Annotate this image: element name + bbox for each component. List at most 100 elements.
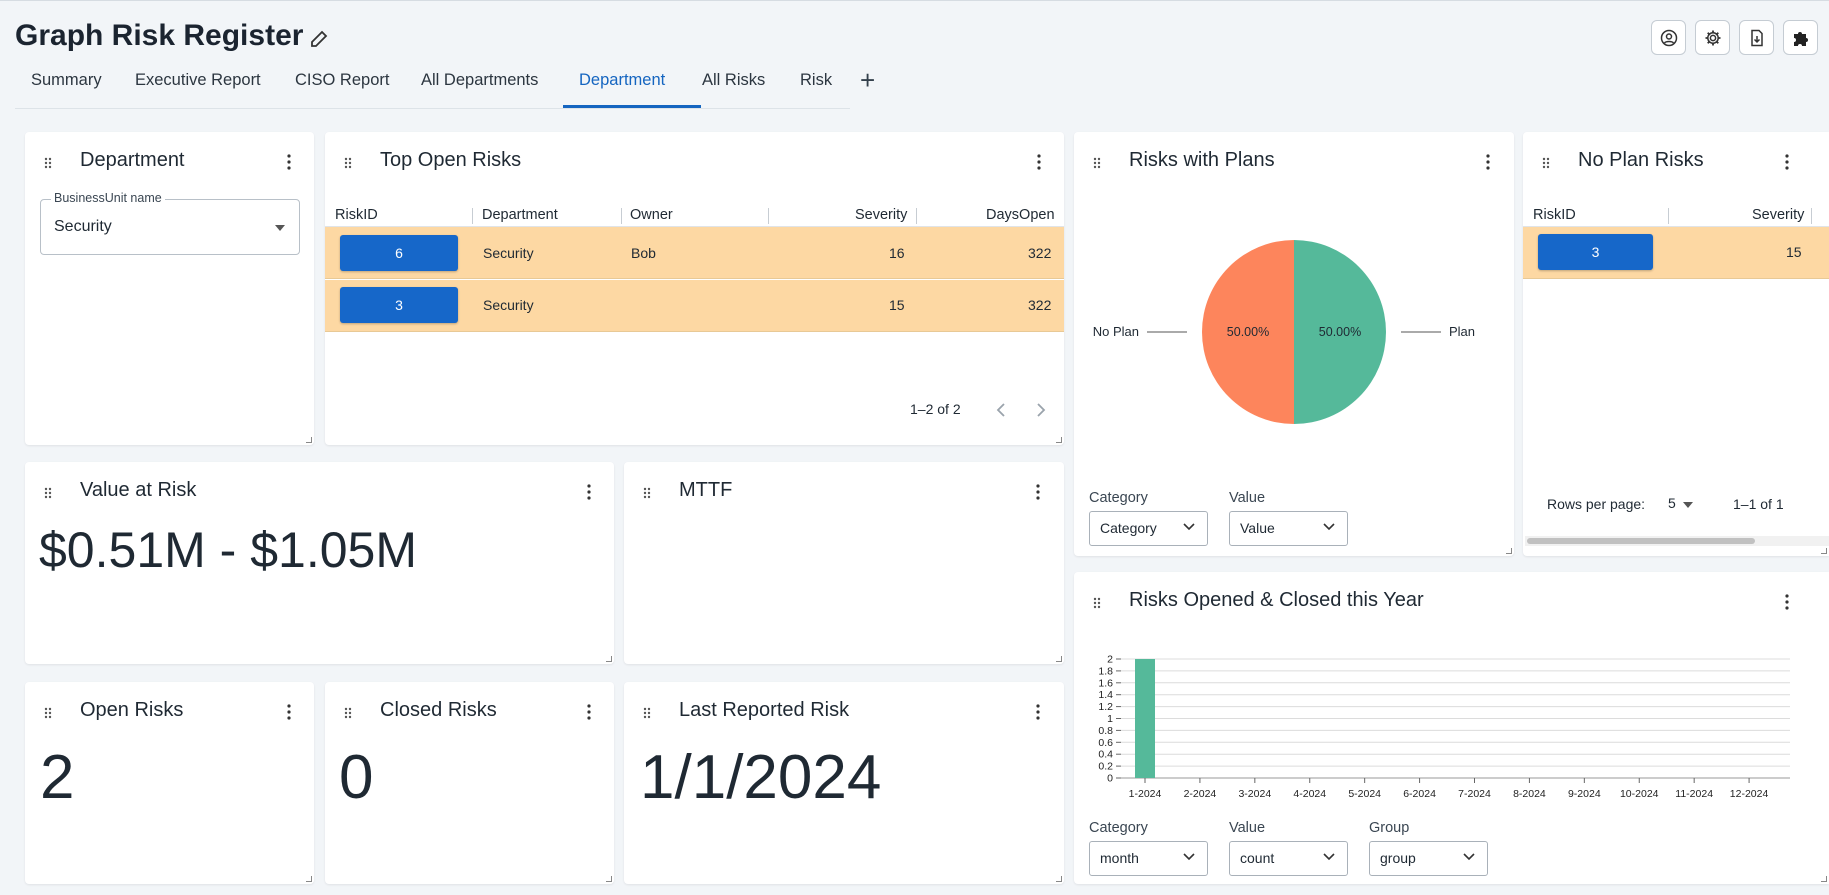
file-download-icon xyxy=(1750,29,1763,46)
tab-summary[interactable]: Summary xyxy=(31,71,102,90)
risk-id-button[interactable]: 3 xyxy=(340,287,458,323)
export-button[interactable] xyxy=(1739,20,1774,55)
tab-all-departments[interactable]: All Departments xyxy=(421,71,538,90)
drag-handle-icon[interactable] xyxy=(1093,157,1101,169)
more-vert-icon[interactable] xyxy=(1785,154,1789,170)
resize-handle[interactable] xyxy=(1056,437,1062,443)
pagination-label: 1–1 of 1 xyxy=(1733,496,1784,512)
top-open-risks-card: Top Open Risks RiskID Department Owner S… xyxy=(325,132,1064,445)
settings-button[interactable] xyxy=(1695,20,1730,55)
more-vert-icon[interactable] xyxy=(287,154,291,170)
category-label: Category xyxy=(1089,490,1148,506)
edit-icon[interactable] xyxy=(308,26,332,50)
extensions-button[interactable] xyxy=(1783,20,1818,55)
daysopen-cell: 322 xyxy=(1028,297,1052,313)
tab-risk[interactable]: Risk xyxy=(800,71,832,90)
category-select[interactable]: month xyxy=(1089,841,1208,876)
table-row[interactable]: 3 Security 15 322 xyxy=(325,280,1064,332)
column-header-riskid[interactable]: RiskID xyxy=(335,207,378,223)
daysopen-cell: 322 xyxy=(1028,245,1052,261)
value-select[interactable]: Value xyxy=(1229,511,1348,546)
x-tick-label: 4-2024 xyxy=(1293,788,1326,800)
tab-all-risks[interactable]: All Risks xyxy=(702,71,765,90)
tab-department[interactable]: Department xyxy=(579,71,665,90)
more-vert-icon[interactable] xyxy=(1486,154,1490,170)
tab-ciso-report[interactable]: CISO Report xyxy=(295,71,389,90)
x-tick-label: 1-2024 xyxy=(1129,788,1162,800)
more-vert-icon[interactable] xyxy=(1037,154,1041,170)
pagination-label: 1–2 of 2 xyxy=(910,401,961,417)
column-header-daysopen[interactable]: DaysOpen xyxy=(986,207,1055,223)
pie-value-label: 50.00% xyxy=(1319,325,1361,339)
closed-risks-value: 0 xyxy=(339,743,374,812)
value-label: Value xyxy=(1229,820,1266,836)
bar[interactable] xyxy=(1135,659,1155,778)
caret-down-icon[interactable] xyxy=(1683,502,1693,508)
resize-handle[interactable] xyxy=(1056,876,1062,882)
severity-cell: 15 xyxy=(1786,244,1802,260)
column-header-riskid[interactable]: RiskID xyxy=(1533,207,1576,223)
column-header-severity[interactable]: Severity xyxy=(855,207,907,223)
closed-risks-card: Closed Risks 0 xyxy=(325,682,614,884)
drag-handle-icon[interactable] xyxy=(643,487,651,499)
x-tick-label: 11-2024 xyxy=(1675,788,1713,800)
tab-executive-report[interactable]: Executive Report xyxy=(135,71,261,90)
y-tick-label: 0.4 xyxy=(1098,749,1113,761)
rows-per-page-label: Rows per page: xyxy=(1547,496,1646,512)
department-card: Department BusinessUnit name Security xyxy=(25,132,314,445)
resize-handle[interactable] xyxy=(1056,656,1062,662)
drag-handle-icon[interactable] xyxy=(344,157,352,169)
add-tab-icon[interactable]: + xyxy=(860,65,875,96)
businessunit-select[interactable]: BusinessUnit name Security xyxy=(40,191,300,255)
pie-chart: 50.00% Plan 50.00% No Plan xyxy=(1093,240,1475,424)
resize-handle[interactable] xyxy=(606,656,612,662)
resize-handle[interactable] xyxy=(1506,548,1512,554)
x-tick-label: 7-2024 xyxy=(1458,788,1491,800)
drag-handle-icon[interactable] xyxy=(1542,157,1550,169)
drag-handle-icon[interactable] xyxy=(643,707,651,719)
chevron-left-icon[interactable] xyxy=(996,403,1006,417)
resize-handle[interactable] xyxy=(1821,548,1827,554)
column-header-department[interactable]: Department xyxy=(482,207,558,223)
drag-handle-icon[interactable] xyxy=(44,487,52,499)
rows-per-page-select[interactable]: 5 xyxy=(1668,495,1676,511)
open-risks-value: 2 xyxy=(40,743,75,812)
table-row[interactable]: 6 Security Bob 16 322 xyxy=(325,227,1064,279)
last-reported-risk-card: Last Reported Risk 1/1/2024 xyxy=(624,682,1064,884)
chevron-right-icon[interactable] xyxy=(1036,403,1046,417)
resize-handle[interactable] xyxy=(1821,876,1827,882)
puzzle-icon xyxy=(1793,31,1808,46)
more-vert-icon[interactable] xyxy=(287,704,291,720)
drag-handle-icon[interactable] xyxy=(44,707,52,719)
column-header-severity[interactable]: Severity xyxy=(1752,207,1804,223)
scrollbar-thumb[interactable] xyxy=(1527,538,1755,544)
tab-bar: Summary Executive Report CISO Report All… xyxy=(15,63,875,109)
table-row[interactable]: 3 15 xyxy=(1523,227,1829,279)
category-select[interactable]: Category xyxy=(1089,511,1208,546)
account-button[interactable] xyxy=(1651,20,1686,55)
y-tick-label: 1.8 xyxy=(1098,665,1113,677)
x-tick-label: 12-2024 xyxy=(1730,788,1769,800)
risk-id-button[interactable]: 3 xyxy=(1538,234,1653,270)
chevron-down-icon xyxy=(1183,523,1195,531)
more-vert-icon[interactable] xyxy=(587,484,591,500)
more-vert-icon[interactable] xyxy=(587,704,591,720)
resize-handle[interactable] xyxy=(306,437,312,443)
card-title: Last Reported Risk xyxy=(679,699,850,721)
more-vert-icon[interactable] xyxy=(1036,704,1040,720)
resize-handle[interactable] xyxy=(606,876,612,882)
column-header-owner[interactable]: Owner xyxy=(630,207,673,223)
value-select[interactable]: count xyxy=(1229,841,1348,876)
severity-cell: 15 xyxy=(889,297,905,313)
resize-handle[interactable] xyxy=(306,876,312,882)
last-reported-value: 1/1/2024 xyxy=(640,743,882,812)
risk-id-button[interactable]: 6 xyxy=(340,235,458,271)
horizontal-scrollbar[interactable] xyxy=(1525,536,1829,546)
more-vert-icon[interactable] xyxy=(1036,484,1040,500)
caret-down-icon xyxy=(275,225,285,231)
drag-handle-icon[interactable] xyxy=(44,157,52,169)
card-title: Risks with Plans xyxy=(1129,149,1275,171)
no-plan-risks-card: No Plan Risks RiskID Severity 3 15 Rows … xyxy=(1523,132,1829,556)
drag-handle-icon[interactable] xyxy=(344,707,352,719)
group-select[interactable]: group xyxy=(1369,841,1488,876)
